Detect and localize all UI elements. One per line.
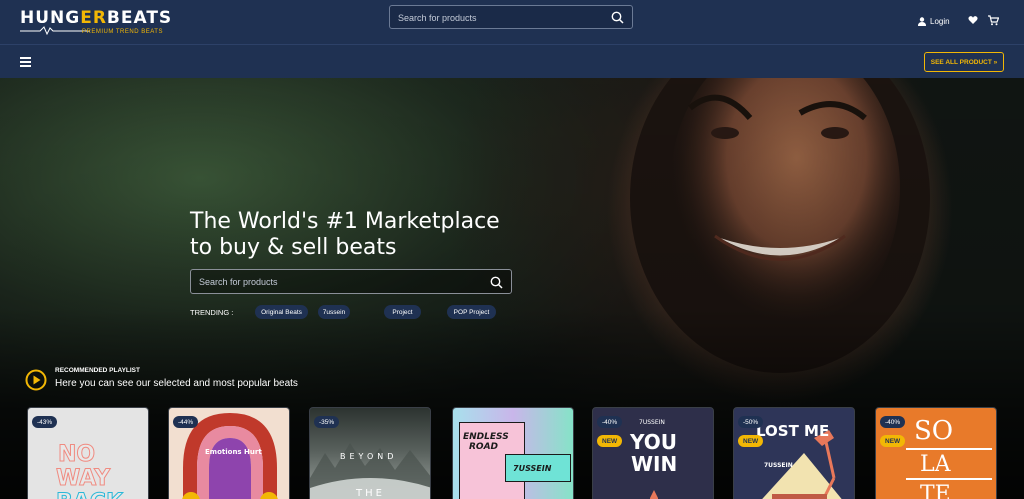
- see-all-products-button[interactable]: SEE ALL PRODUCT »: [924, 52, 1004, 72]
- new-badge: NEW: [738, 435, 764, 447]
- product-card[interactable]: SO LA TE -40% NEW: [875, 407, 997, 499]
- heart-icon[interactable]: [968, 15, 978, 25]
- hero-title: The World's #1 Marketplace to buy & sell…: [190, 209, 500, 260]
- logo-tagline: PREMIUM TREND BEATS: [82, 29, 163, 35]
- search-icon[interactable]: [490, 276, 503, 289]
- top-bar: HUNGERBEATS PREMIUM TREND BEATS Login: [0, 0, 1024, 44]
- trending-tag[interactable]: Original Beats: [255, 305, 308, 319]
- discount-badge: -35%: [314, 416, 340, 428]
- trending-label: TRENDING :: [190, 308, 234, 317]
- divider: [906, 478, 992, 480]
- divider: [906, 448, 992, 450]
- header-search-box: [389, 5, 633, 29]
- search-icon[interactable]: [611, 11, 624, 24]
- page: HUNGERBEATS PREMIUM TREND BEATS Login: [0, 0, 1024, 499]
- discount-badge: -50%: [738, 416, 764, 428]
- new-badge: NEW: [880, 435, 906, 447]
- hero-banner: The World's #1 Marketplace to buy & sell…: [0, 78, 1024, 499]
- discount-badge: -44%: [173, 416, 199, 428]
- login-label: Login: [930, 16, 950, 26]
- nav-bar: SEE ALL PRODUCT »: [0, 44, 1024, 78]
- hero-search-input[interactable]: [199, 274, 479, 290]
- product-card[interactable]: Emotions Hurt -44%: [168, 407, 290, 499]
- trending-tag[interactable]: POP Project: [447, 305, 496, 319]
- product-card[interactable]: BEYOND THE -35%: [309, 407, 431, 499]
- product-card[interactable]: ENDLESS ROAD 7USSEIN: [452, 407, 574, 499]
- trending-tag[interactable]: Project: [384, 305, 421, 319]
- new-badge: NEW: [597, 435, 623, 447]
- header-search-input[interactable]: [398, 10, 598, 26]
- recommended-playlist-label: RECOMMENDED PLAYLIST: [55, 367, 140, 374]
- rocket-icon: [650, 490, 658, 499]
- cart-icon[interactable]: [988, 15, 999, 26]
- logo-wave-icon: [20, 26, 90, 35]
- logo[interactable]: HUNGERBEATS PREMIUM TREND BEATS: [20, 8, 171, 38]
- user-icon: [918, 16, 926, 26]
- recommended-playlist-subtitle: Here you can see our selected and most p…: [55, 378, 298, 389]
- product-card[interactable]: 7USSEIN YOU WIN -40% NEW: [592, 407, 714, 499]
- discount-badge: -40%: [597, 416, 623, 428]
- trending-tag[interactable]: 7ussein: [318, 305, 350, 319]
- login-link[interactable]: Login: [918, 15, 950, 27]
- product-card[interactable]: LOST ME 7USSEIN -50% NEW: [733, 407, 855, 499]
- hamburger-menu-icon[interactable]: [20, 57, 31, 67]
- discount-badge: -43%: [32, 416, 58, 428]
- discount-badge: -40%: [880, 416, 906, 428]
- hero-search-box: [190, 269, 512, 294]
- product-card[interactable]: NO WAY BACK -43%: [27, 407, 149, 499]
- play-icon[interactable]: [25, 369, 47, 391]
